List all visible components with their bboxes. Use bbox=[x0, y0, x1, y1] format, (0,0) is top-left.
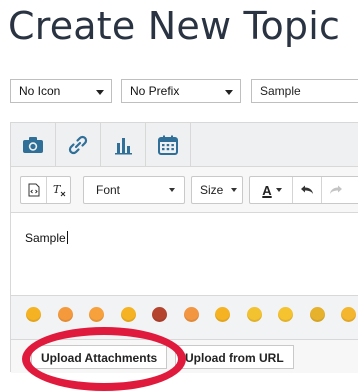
size-label: Size bbox=[200, 183, 224, 197]
insert-poll-button[interactable] bbox=[101, 123, 146, 167]
insert-image-button[interactable] bbox=[11, 123, 56, 167]
emoji-icon[interactable] bbox=[278, 307, 293, 322]
text-color-button[interactable]: A bbox=[254, 177, 290, 203]
font-dropdown[interactable]: Font bbox=[83, 176, 185, 204]
insert-link-button[interactable] bbox=[56, 123, 101, 167]
upload-from-url-button[interactable]: Upload from URL bbox=[175, 345, 294, 369]
highlight-annotation-circle bbox=[22, 327, 186, 391]
emoji-icon[interactable] bbox=[26, 307, 41, 322]
topic-title-value: Sample bbox=[260, 84, 301, 98]
insert-event-button[interactable] bbox=[146, 123, 191, 167]
emoji-icon[interactable] bbox=[57, 307, 73, 322]
emoji-icon[interactable] bbox=[89, 307, 104, 322]
emoji-icon[interactable] bbox=[246, 307, 262, 322]
link-icon bbox=[68, 135, 88, 155]
prefix-select[interactable]: No Prefix bbox=[121, 79, 241, 103]
chevron-down-icon bbox=[96, 90, 104, 95]
media-toolbar bbox=[11, 123, 358, 167]
redo-icon bbox=[330, 185, 342, 194]
redo-button[interactable] bbox=[322, 177, 350, 203]
text-color-icon: A bbox=[262, 182, 272, 198]
font-label: Font bbox=[96, 183, 121, 197]
chevron-down-icon bbox=[225, 90, 233, 95]
chevron-down-icon bbox=[230, 177, 238, 203]
emoji-icon[interactable] bbox=[183, 307, 199, 322]
icon-select-value: No Icon bbox=[19, 84, 61, 98]
size-dropdown[interactable]: Size bbox=[191, 176, 243, 204]
emoji-icon[interactable] bbox=[309, 307, 325, 322]
camera-icon bbox=[23, 137, 43, 153]
source-clear-group: T bbox=[20, 176, 71, 204]
undo-button[interactable] bbox=[293, 177, 321, 203]
chevron-down-icon bbox=[275, 188, 282, 192]
editor-content[interactable]: Sample bbox=[25, 231, 68, 245]
editor-text: Sample bbox=[25, 231, 66, 245]
clear-formatting-icon: T bbox=[53, 183, 66, 197]
undo-icon bbox=[301, 185, 313, 194]
source-code-icon bbox=[28, 183, 39, 197]
text-cursor bbox=[66, 231, 68, 244]
calendar-icon bbox=[158, 135, 178, 155]
color-history-group: A bbox=[249, 176, 358, 204]
chevron-down-icon bbox=[168, 177, 176, 203]
source-button[interactable] bbox=[21, 177, 46, 203]
topic-title-input[interactable]: Sample bbox=[251, 79, 358, 103]
emoji-icon[interactable] bbox=[120, 307, 136, 322]
emoji-icon[interactable] bbox=[215, 307, 230, 322]
emoji-icon[interactable] bbox=[341, 307, 356, 322]
format-toolbar: T Font Size A bbox=[11, 167, 358, 213]
icon-select[interactable]: No Icon bbox=[10, 79, 112, 103]
remove-format-button[interactable]: T bbox=[47, 177, 71, 203]
svg-text:T: T bbox=[53, 183, 62, 196]
prefix-select-value: No Prefix bbox=[130, 84, 180, 98]
poll-chart-icon bbox=[115, 138, 132, 155]
page-title: Create New Topic bbox=[8, 4, 341, 48]
emoji-icon[interactable] bbox=[152, 307, 167, 322]
